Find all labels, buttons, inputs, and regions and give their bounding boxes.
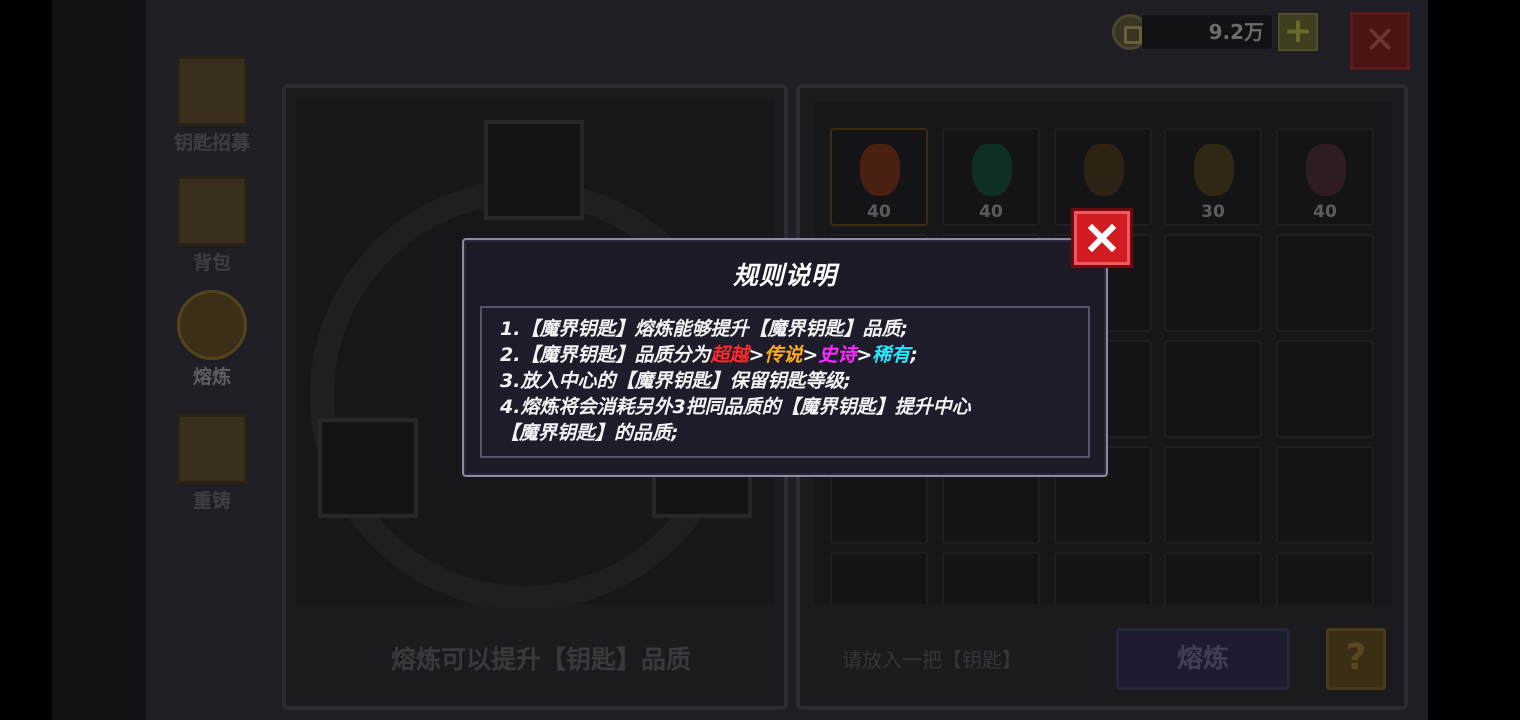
demon-key-icon <box>1084 144 1124 196</box>
key-slot[interactable]: 30 <box>1164 128 1262 226</box>
sidebar-item-recruit[interactable]: 钥匙招募 <box>160 56 264 155</box>
quality-super: 超越 <box>710 344 749 366</box>
quality-separator: > <box>856 344 873 366</box>
key-level: 40 <box>867 202 891 222</box>
rule-line-2: 2.【魔界钥匙】品质分为超越>传说>史诗>稀有; <box>500 342 1088 368</box>
quality-legend: 传说 <box>764 344 803 366</box>
key-slot-hint: 请放入一把【钥匙】 <box>842 648 1022 672</box>
sidebar-item-label: 背包 <box>192 252 231 274</box>
key-slot[interactable] <box>1164 234 1262 332</box>
key-slot[interactable] <box>942 552 1040 604</box>
sidebar-item-backpack[interactable]: 背包 <box>160 176 264 275</box>
smelt-slot-left[interactable] <box>318 418 418 518</box>
smelt-slot-top[interactable] <box>484 120 584 220</box>
recast-icon <box>177 414 247 484</box>
key-level: 40 <box>979 202 1003 222</box>
key-slot[interactable]: 40 <box>942 128 1040 226</box>
key-slot[interactable] <box>1276 234 1374 332</box>
rules-text-box: 1.【魔界钥匙】熔炼能够提升【魔界钥匙】品质; 2.【魔界钥匙】品质分为超越>传… <box>480 306 1090 458</box>
quality-rare: 稀有 <box>872 344 911 366</box>
rule-line-4: 4.熔炼将会消耗另外3把同品质的【魔界钥匙】提升中心 <box>500 396 971 418</box>
demon-key-icon <box>972 144 1012 196</box>
dialog-close-button[interactable] <box>1071 208 1133 268</box>
sidebar-item-recast[interactable]: 重铸 <box>160 414 264 513</box>
key-slot[interactable] <box>1276 340 1374 438</box>
smelt-hint: 熔炼可以提升【钥匙】品质 <box>390 645 691 674</box>
add-currency-button[interactable]: + <box>1278 13 1318 51</box>
key-slot[interactable] <box>1276 552 1374 604</box>
quality-epic: 史诗 <box>818 344 857 366</box>
quality-separator: > <box>802 344 819 366</box>
key-slot[interactable] <box>830 552 928 604</box>
quality-separator: > <box>748 344 765 366</box>
sidebar-item-smelt[interactable]: 熔炼 <box>160 290 264 389</box>
key-slot[interactable] <box>1164 446 1262 544</box>
rule-2-end: ; <box>910 344 918 366</box>
close-x-icon <box>1087 223 1117 253</box>
key-level: 40 <box>1313 202 1337 222</box>
help-button[interactable]: ? <box>1326 628 1386 690</box>
demon-key-icon <box>1306 144 1346 196</box>
key-slot[interactable] <box>1054 552 1152 604</box>
rule-line-3: 3.放入中心的【魔界钥匙】保留钥匙等级; <box>500 370 852 392</box>
key-level: 30 <box>1201 202 1225 222</box>
rule-line-4-cont: 【魔界钥匙】的品质; <box>500 422 679 444</box>
demon-key-icon <box>860 144 900 196</box>
sidebar-item-label: 钥匙招募 <box>173 132 250 154</box>
dialog-title: 规则说明 <box>732 261 837 290</box>
key-slot[interactable] <box>1164 552 1262 604</box>
key-slot[interactable]: 40 <box>830 128 928 226</box>
sidebar-item-label: 重铸 <box>192 490 231 512</box>
currency-amount: 9.2万 <box>1142 15 1272 49</box>
smelt-icon <box>177 290 247 360</box>
screen-close-button[interactable]: ✕ <box>1350 12 1410 70</box>
demon-key-icon <box>1194 144 1234 196</box>
backpack-icon <box>177 176 247 246</box>
key-slot[interactable]: 40 <box>1276 128 1374 226</box>
recruit-gate-icon <box>177 56 247 126</box>
rule-2-prefix: 2.【魔界钥匙】品质分为 <box>500 344 711 366</box>
key-slot[interactable] <box>1164 340 1262 438</box>
key-slot[interactable] <box>1276 446 1374 544</box>
sidebar-background <box>52 0 146 720</box>
sidebar-item-label: 熔炼 <box>192 366 231 388</box>
smelt-button[interactable]: 熔炼 <box>1116 628 1290 690</box>
rule-line-1: 1.【魔界钥匙】熔炼能够提升【魔界钥匙】品质; <box>500 318 909 340</box>
